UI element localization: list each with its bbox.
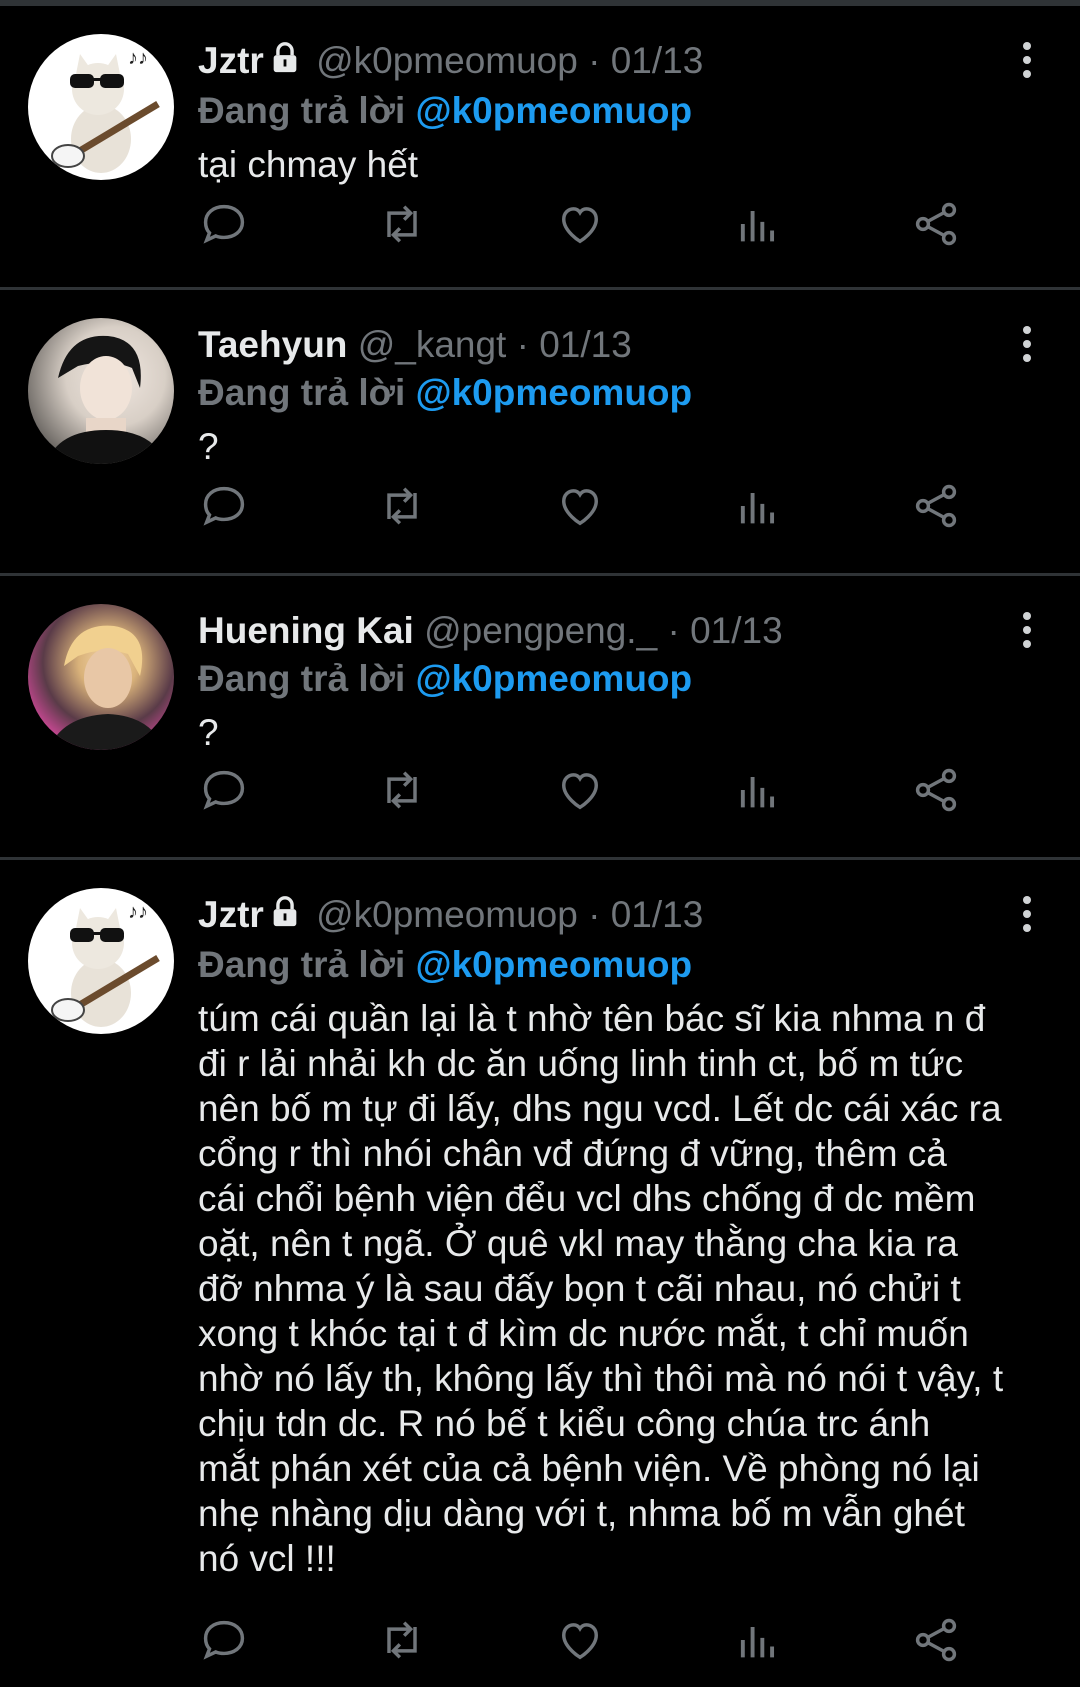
display-name[interactable]: Huening Kai xyxy=(198,610,414,651)
more-options-icon[interactable] xyxy=(1020,326,1034,366)
tweet[interactable]: ♪♪ Jztr @k0pmeomuop · 01/13 Đang trả lời… xyxy=(0,6,1080,290)
more-options-icon[interactable] xyxy=(1020,42,1034,82)
analytics-icon[interactable] xyxy=(732,764,788,820)
avatar[interactable] xyxy=(28,604,174,750)
tweet-date[interactable]: 01/13 xyxy=(539,324,632,365)
reply-prefix: Đang trả lời xyxy=(198,944,406,985)
tweet-actions xyxy=(198,480,1028,536)
like-icon[interactable] xyxy=(554,198,610,254)
reply-mention-link[interactable]: @k0pmeomuop xyxy=(416,372,693,413)
avatar[interactable]: ♪♪ xyxy=(28,888,174,1034)
analytics-icon[interactable] xyxy=(732,1614,788,1670)
more-options-icon[interactable] xyxy=(1020,612,1034,652)
tweet-text: ? xyxy=(198,712,219,753)
tweet-text: tại chmay hết xyxy=(198,144,419,185)
tweet-actions xyxy=(198,1614,1028,1670)
analytics-icon[interactable] xyxy=(732,480,788,536)
reply-mention-link[interactable]: @k0pmeomuop xyxy=(416,944,693,985)
separator-dot: · xyxy=(516,324,529,365)
tweet-date[interactable]: 01/13 xyxy=(611,894,704,935)
tweet-actions xyxy=(198,764,1028,820)
reply-mention-link[interactable]: @k0pmeomuop xyxy=(416,658,693,699)
reply-prefix: Đang trả lời xyxy=(198,372,406,413)
retweet-icon[interactable] xyxy=(376,198,432,254)
tweet-text: ? xyxy=(198,426,219,467)
reply-icon[interactable] xyxy=(198,1614,254,1670)
person-avatar-icon xyxy=(46,335,166,464)
share-icon[interactable] xyxy=(910,198,966,254)
more-options-icon[interactable] xyxy=(1020,896,1034,936)
svg-text:♪♪: ♪♪ xyxy=(128,47,148,69)
avatar[interactable]: ♪♪ xyxy=(28,34,174,180)
display-name[interactable]: Jztr xyxy=(198,894,264,935)
like-icon[interactable] xyxy=(554,1614,610,1670)
reply-icon[interactable] xyxy=(198,198,254,254)
svg-text:♪♪: ♪♪ xyxy=(128,901,148,923)
lock-icon xyxy=(268,38,302,88)
like-icon[interactable] xyxy=(554,764,610,820)
tweet-text: túm cái quần lại là t nhờ tên bác sĩ kia… xyxy=(198,998,1004,1579)
tweet-date[interactable]: 01/13 xyxy=(690,610,783,651)
tweet[interactable]: ♪♪ Jztr @k0pmeomuop · 01/13 Đang trả lời… xyxy=(0,860,1080,1687)
reply-mention-link[interactable]: @k0pmeomuop xyxy=(416,90,693,131)
avatar[interactable] xyxy=(28,318,174,464)
analytics-icon[interactable] xyxy=(732,198,788,254)
replying-to: Đang trả lời @k0pmeomuop xyxy=(198,656,1030,702)
share-icon[interactable] xyxy=(910,1614,966,1670)
separator-dot: · xyxy=(588,40,601,81)
retweet-icon[interactable] xyxy=(376,764,432,820)
display-name[interactable]: Jztr xyxy=(198,40,264,81)
user-handle[interactable]: @k0pmeomuop xyxy=(316,894,578,935)
tweet[interactable]: Huening Kai @pengpeng._ · 01/13 Đang trả… xyxy=(0,576,1080,860)
separator-dot: · xyxy=(667,610,680,651)
share-icon[interactable] xyxy=(910,764,966,820)
cat-guitar-avatar-icon: ♪♪ xyxy=(51,47,160,173)
user-handle[interactable]: @_kangt xyxy=(358,324,507,365)
retweet-icon[interactable] xyxy=(376,480,432,536)
reply-icon[interactable] xyxy=(198,480,254,536)
tweet[interactable]: Taehyun @_kangt · 01/13 Đang trả lời @k0… xyxy=(0,290,1080,576)
display-name[interactable]: Taehyun xyxy=(198,324,347,365)
reply-icon[interactable] xyxy=(198,764,254,820)
user-handle[interactable]: @k0pmeomuop xyxy=(316,40,578,81)
reply-prefix: Đang trả lời xyxy=(198,90,406,131)
replying-to: Đang trả lời @k0pmeomuop xyxy=(198,942,1030,988)
person-avatar-icon xyxy=(48,625,164,750)
reply-prefix: Đang trả lời xyxy=(198,658,406,699)
replying-to: Đang trả lời @k0pmeomuop xyxy=(198,370,1030,416)
tweet-date[interactable]: 01/13 xyxy=(611,40,704,81)
lock-icon xyxy=(268,892,302,942)
replying-to: Đang trả lời @k0pmeomuop xyxy=(198,88,1030,134)
separator-dot: · xyxy=(588,894,601,935)
like-icon[interactable] xyxy=(554,480,610,536)
retweet-icon[interactable] xyxy=(376,1614,432,1670)
user-handle[interactable]: @pengpeng._ xyxy=(424,610,657,651)
cat-guitar-avatar-icon: ♪♪ xyxy=(51,901,160,1027)
share-icon[interactable] xyxy=(910,480,966,536)
tweet-actions xyxy=(198,198,1028,254)
